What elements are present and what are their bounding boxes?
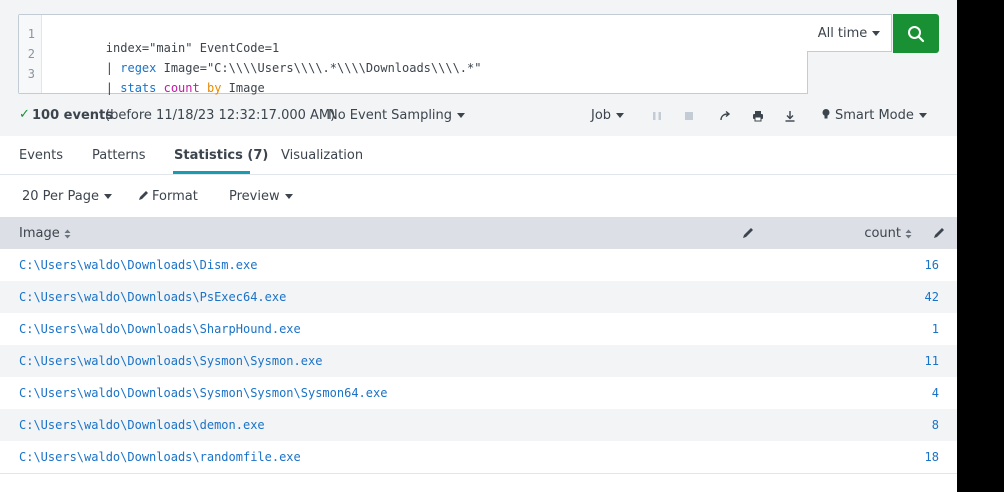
column-header-image[interactable]: Image (19, 226, 71, 241)
table-row: C:\Users\waldo\Downloads\demon.exe 8 (0, 409, 957, 441)
results-tabs: Events Patterns Statistics (7) Visualiza… (0, 136, 957, 175)
tab-statistics[interactable]: Statistics (7) (174, 148, 268, 163)
line-number: 3 (27, 67, 35, 81)
event-sampling-label: No Event Sampling (328, 108, 453, 123)
table-header: Image count (0, 217, 957, 249)
image-cell[interactable]: C:\Users\waldo\Downloads\randomfile.exe (19, 450, 301, 464)
search-icon (908, 25, 925, 42)
count-cell[interactable]: 42 (925, 290, 939, 304)
chevron-down-icon (104, 194, 112, 199)
event-sampling-dropdown[interactable]: No Event Sampling (328, 108, 466, 123)
sort-icon (905, 229, 912, 238)
chevron-down-icon (284, 194, 293, 199)
per-page-label: 20 Per Page (22, 189, 99, 204)
event-count: 100 events (32, 108, 113, 123)
format-label: Format (152, 189, 198, 204)
image-cell[interactable]: C:\Users\waldo\Downloads\demon.exe (19, 418, 265, 432)
query-token (200, 81, 207, 95)
chevron-down-icon (457, 113, 466, 118)
table-row: C:\Users\waldo\Downloads\Sysmon\Sysmon\S… (0, 377, 957, 409)
table-row: C:\Users\waldo\Downloads\Sysmon\Sysmon.e… (0, 345, 957, 377)
image-cell[interactable]: C:\Users\waldo\Downloads\Dism.exe (19, 258, 257, 272)
image-cell[interactable]: C:\Users\waldo\Downloads\Sysmon\Sysmon\S… (19, 386, 387, 400)
line-number: 1 (27, 27, 35, 41)
search-header: 1 2 3 index="main" EventCode=1 | regex I… (0, 0, 957, 136)
table-row: C:\Users\waldo\Downloads\SharpHound.exe … (0, 313, 957, 345)
count-cell[interactable]: 1 (932, 322, 939, 336)
pause-icon (653, 112, 661, 120)
event-time-limit: (before 11/18/23 12:32:17.000 AM) (105, 108, 336, 123)
download-icon (785, 111, 795, 122)
column-header-label: count (864, 226, 901, 241)
format-button[interactable]: Format (138, 189, 198, 204)
share-icon (720, 110, 731, 121)
count-cell[interactable]: 8 (932, 418, 939, 432)
edit-column-icon[interactable] (932, 226, 946, 240)
table-bottom-border (0, 473, 957, 474)
search-button[interactable] (893, 14, 939, 53)
chevron-down-icon (616, 113, 625, 118)
search-query-editor[interactable]: 1 2 3 index="main" EventCode=1 | regex I… (18, 14, 808, 95)
query-line-3[interactable]: | stats count by Image (48, 67, 265, 109)
query-token: | (105, 81, 121, 95)
query-token: Image (221, 81, 265, 95)
preview-label: Preview (229, 189, 280, 204)
table-row: C:\Users\waldo\Downloads\PsExec64.exe 42 (0, 281, 957, 313)
print-button[interactable] (750, 108, 766, 124)
count-cell[interactable]: 4 (932, 386, 939, 400)
count-cell[interactable]: 16 (925, 258, 939, 272)
pause-button[interactable] (649, 108, 665, 124)
tab-events[interactable]: Events (19, 148, 63, 163)
table-toolbar: 20 Per Page Format Preview (0, 175, 957, 217)
pencil-icon (139, 191, 148, 200)
search-mode-label: Smart Mode (835, 108, 914, 123)
time-range-label: All time (817, 25, 868, 41)
column-header-count[interactable]: count (864, 226, 912, 241)
count-cell[interactable]: 18 (925, 450, 939, 464)
active-tab-indicator (173, 171, 250, 174)
stop-button[interactable] (681, 108, 697, 124)
image-cell[interactable]: C:\Users\waldo\Downloads\Sysmon\Sysmon.e… (19, 354, 322, 368)
query-keyword-by: by (206, 81, 222, 95)
image-cell[interactable]: C:\Users\waldo\Downloads\SharpHound.exe (19, 322, 301, 336)
printer-icon (753, 111, 763, 122)
stop-icon (685, 112, 693, 120)
image-cell[interactable]: C:\Users\waldo\Downloads\PsExec64.exe (19, 290, 286, 304)
edit-column-icon[interactable] (741, 226, 755, 240)
column-header-label: Image (19, 226, 60, 241)
table-row: C:\Users\waldo\Downloads\randomfile.exe … (0, 441, 957, 473)
background-strip (957, 0, 1004, 492)
job-menu[interactable]: Job (591, 108, 625, 123)
query-function-count: count (163, 81, 200, 95)
table-row: C:\Users\waldo\Downloads\Dism.exe 16 (0, 249, 957, 281)
tab-visualization[interactable]: Visualization (281, 148, 363, 163)
search-mode-dropdown[interactable]: Smart Mode (821, 108, 927, 123)
tab-patterns[interactable]: Patterns (92, 148, 146, 163)
query-token (156, 81, 163, 95)
check-icon: ✓ (19, 107, 30, 122)
job-status-bar: ✓ 100 events (before 11/18/23 12:32:17.0… (0, 104, 957, 128)
chevron-down-icon (918, 113, 927, 118)
per-page-dropdown[interactable]: 20 Per Page (22, 189, 112, 204)
search-panel: 1 2 3 index="main" EventCode=1 | regex I… (0, 0, 957, 492)
query-command-stats: stats (120, 81, 157, 95)
lightbulb-icon (822, 109, 830, 119)
line-number: 2 (27, 47, 35, 61)
job-menu-label: Job (591, 108, 612, 123)
count-cell[interactable]: 11 (925, 354, 939, 368)
chevron-down-icon (872, 30, 881, 36)
sort-icon (64, 229, 71, 238)
time-range-picker[interactable]: All time (807, 14, 892, 52)
share-button[interactable] (717, 108, 733, 124)
export-button[interactable] (782, 108, 798, 124)
preview-dropdown[interactable]: Preview (229, 189, 293, 204)
line-number-gutter: 1 2 3 (19, 15, 42, 93)
